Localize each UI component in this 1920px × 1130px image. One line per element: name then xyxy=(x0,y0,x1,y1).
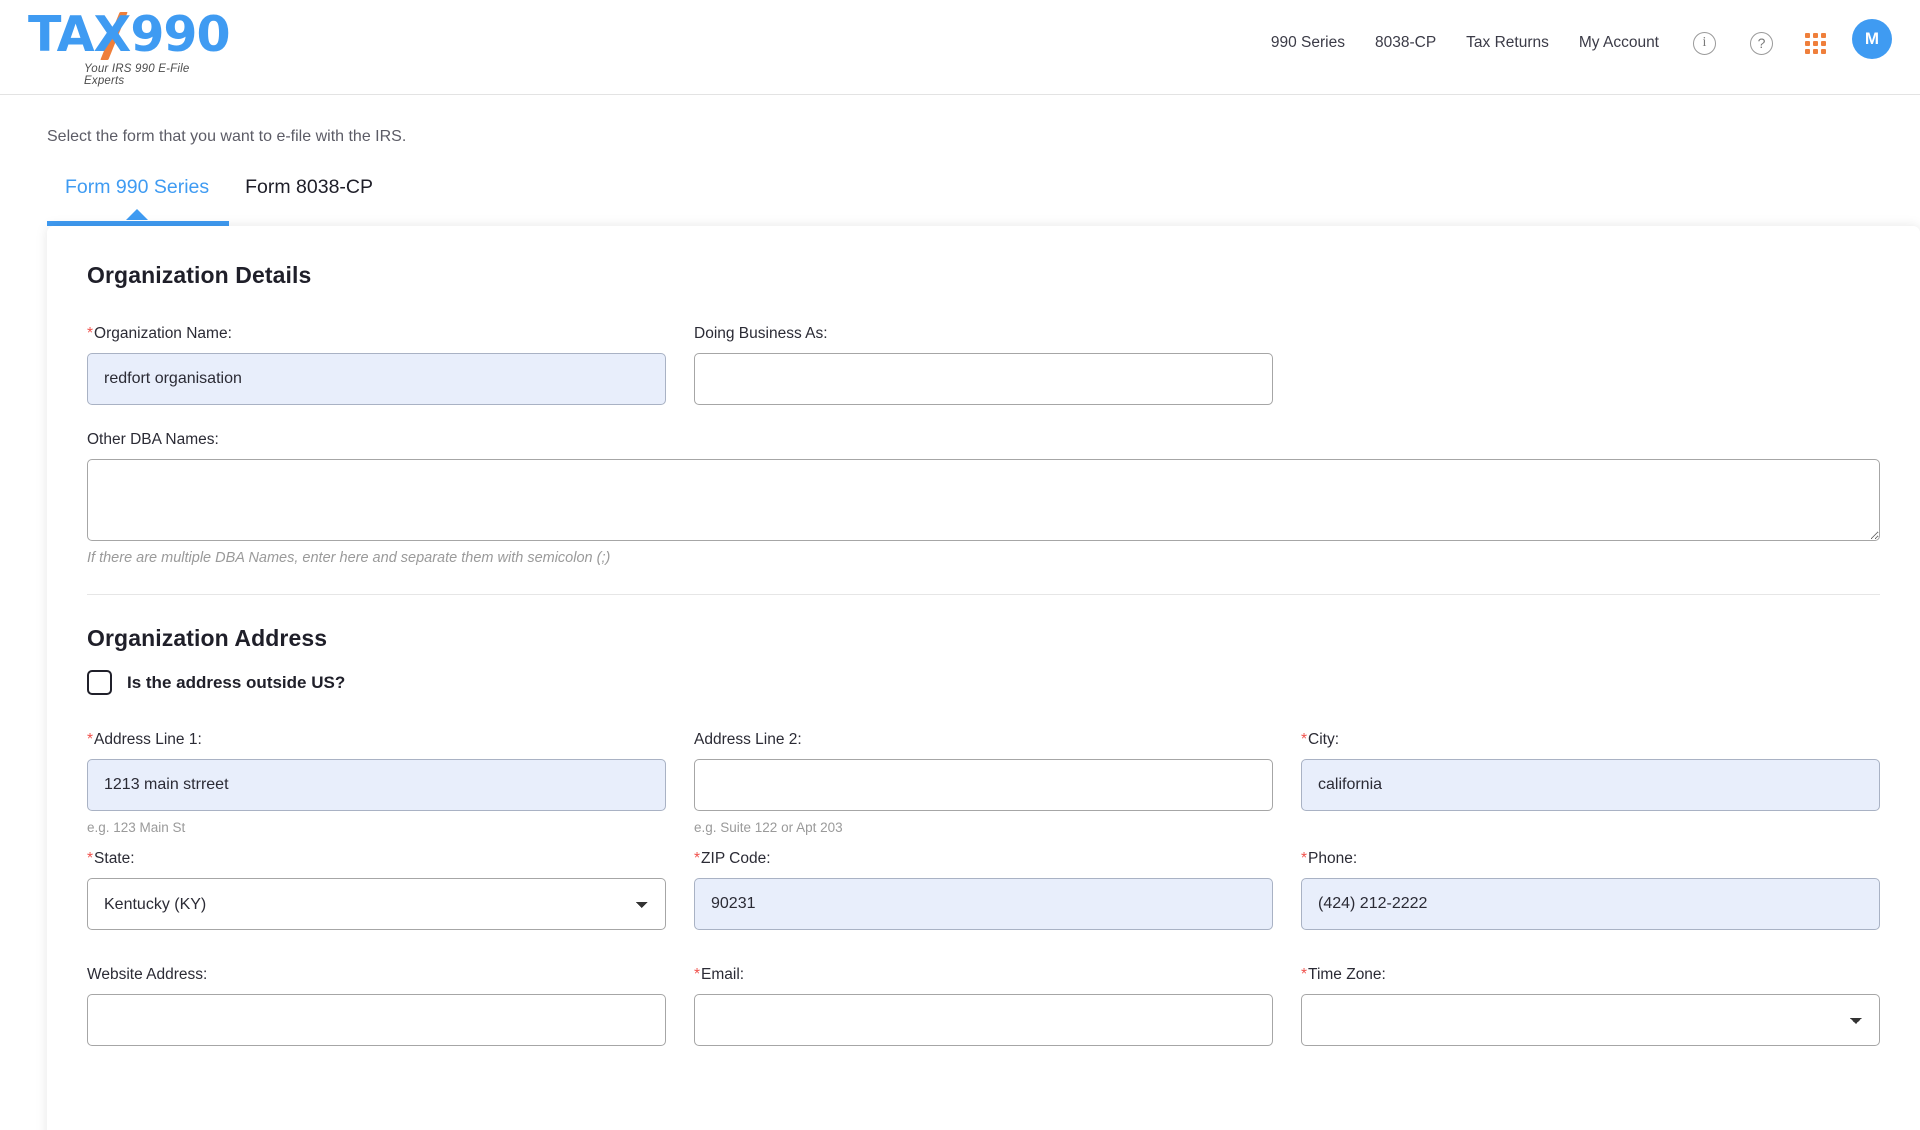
section-title-organization-address: Organization Address xyxy=(87,625,328,651)
label-time-zone: *Time Zone: xyxy=(1301,966,1386,983)
label-other-dba-names: Other DBA Names: xyxy=(87,431,219,448)
address-line-2-input[interactable] xyxy=(694,759,1273,811)
row-outside-us: Is the address outside US? xyxy=(87,670,1920,695)
label-doing-business-as: Doing Business As: xyxy=(694,325,828,342)
required-asterisk: * xyxy=(694,966,701,983)
required-asterisk: * xyxy=(1301,966,1308,983)
header-nav: 990 Series 8038-CP Tax Returns My Accoun… xyxy=(1241,19,1892,59)
field-zip-code: *ZIP Code: xyxy=(694,850,1273,930)
field-website-address: Website Address: xyxy=(87,966,666,1046)
section-title-organization-details: Organization Details xyxy=(87,262,312,288)
required-asterisk: * xyxy=(87,731,94,748)
label-address-line-2: Address Line 2: xyxy=(694,731,802,748)
field-email: *Email: xyxy=(694,966,1273,1046)
time-zone-select[interactable] xyxy=(1301,994,1880,1046)
state-select[interactable]: Kentucky (KY) xyxy=(87,878,666,930)
email-input[interactable] xyxy=(694,994,1273,1046)
field-spacer xyxy=(1301,325,1880,405)
other-dba-names-textarea[interactable] xyxy=(87,459,1880,541)
grid-dot xyxy=(1821,40,1826,46)
field-address-line-1: *Address Line 1: e.g. 123 Main St xyxy=(87,731,666,835)
zip-code-input[interactable] xyxy=(694,878,1273,930)
tab-form-990-series[interactable]: Form 990 Series xyxy=(47,176,227,220)
field-address-line-2: Address Line 2: e.g. Suite 122 or Apt 20… xyxy=(694,731,1273,835)
doing-business-as-input[interactable] xyxy=(694,353,1273,405)
hint-address-line-2: e.g. Suite 122 or Apt 203 xyxy=(694,820,843,835)
page-body: Select the form that you want to e-file … xyxy=(0,128,1920,1130)
grid-dot xyxy=(1805,48,1810,54)
nav-item-tax-returns[interactable]: Tax Returns xyxy=(1466,34,1549,52)
address-line-1-input[interactable] xyxy=(87,759,666,811)
field-other-dba-names: Other DBA Names: If there are multiple D… xyxy=(87,431,1880,566)
organization-name-input[interactable] xyxy=(87,353,666,405)
city-input[interactable] xyxy=(1301,759,1880,811)
field-organization-name: *Organization Name: xyxy=(87,325,666,405)
row-org-name-dba: *Organization Name: Doing Business As: xyxy=(87,325,1920,405)
outside-us-checkbox[interactable] xyxy=(87,670,112,695)
field-phone: *Phone: xyxy=(1301,850,1880,930)
avatar[interactable]: M xyxy=(1852,19,1892,59)
field-city: *City: xyxy=(1301,731,1880,834)
grid-dot xyxy=(1805,32,1810,38)
required-asterisk: * xyxy=(1301,731,1308,748)
page-intro-text: Select the form that you want to e-file … xyxy=(47,128,407,145)
section-divider xyxy=(87,594,1880,595)
label-email: *Email: xyxy=(694,966,745,983)
nav-item-my-account[interactable]: My Account xyxy=(1579,34,1659,52)
required-asterisk: * xyxy=(87,850,94,867)
nav-item-990-series[interactable]: 990 Series xyxy=(1271,34,1345,52)
label-outside-us: Is the address outside US? xyxy=(127,672,346,692)
logo-tagline: Your IRS 990 E-File Experts xyxy=(84,63,190,87)
tax990-logo[interactable]: TAX990 Your IRS 990 E-File Experts xyxy=(28,6,231,88)
tab-form-8038-cp[interactable]: Form 8038-CP xyxy=(227,176,391,217)
label-state: *State: xyxy=(87,850,135,867)
grid-dot xyxy=(1821,48,1826,54)
field-doing-business-as: Doing Business As: xyxy=(694,325,1273,405)
row-state-zip-phone: *State: Kentucky (KY) *ZIP Code: *Phone: xyxy=(87,850,1920,930)
grid-dot xyxy=(1821,32,1826,38)
grid-dot xyxy=(1813,32,1818,38)
label-address-line-1: *Address Line 1: xyxy=(87,731,202,748)
row-address-lines-city: *Address Line 1: e.g. 123 Main St Addres… xyxy=(87,731,1920,835)
hint-address-line-1: e.g. 123 Main St xyxy=(87,820,186,835)
hint-city xyxy=(1301,820,1880,834)
grid-dot xyxy=(1805,40,1810,46)
nav-item-8038-cp[interactable]: 8038-CP xyxy=(1375,34,1436,52)
row-other-dba-names: Other DBA Names: If there are multiple D… xyxy=(87,431,1920,566)
row-website-email-timezone: Website Address: *Email: *Time Zone: xyxy=(87,966,1920,1046)
form-type-tabs: Form 990 Series Form 8038-CP xyxy=(47,176,1920,226)
help-icon[interactable]: ? xyxy=(1750,31,1773,55)
field-state: *State: Kentucky (KY) xyxy=(87,850,666,930)
phone-input[interactable] xyxy=(1301,878,1880,930)
label-zip-code: *ZIP Code: xyxy=(694,850,771,867)
required-asterisk: * xyxy=(694,850,701,867)
required-asterisk: * xyxy=(1301,850,1308,867)
field-time-zone: *Time Zone: xyxy=(1301,966,1880,1046)
label-organization-name: *Organization Name: xyxy=(87,325,232,342)
required-asterisk: * xyxy=(87,325,94,342)
website-address-input[interactable] xyxy=(87,994,666,1046)
apps-grid-icon[interactable] xyxy=(1805,32,1826,54)
label-phone: *Phone: xyxy=(1301,850,1358,867)
label-website-address: Website Address: xyxy=(87,966,208,983)
label-city: *City: xyxy=(1301,731,1340,748)
grid-dot xyxy=(1813,48,1818,54)
info-icon[interactable]: i xyxy=(1693,31,1716,55)
form-card: Organization Details *Organization Name:… xyxy=(47,226,1920,1130)
grid-dot xyxy=(1813,40,1818,46)
hint-other-dba-names: If there are multiple DBA Names, enter h… xyxy=(87,550,611,566)
logo-text: TAX990 xyxy=(28,6,231,63)
app-header: TAX990 Your IRS 990 E-File Experts 990 S… xyxy=(0,0,1920,95)
